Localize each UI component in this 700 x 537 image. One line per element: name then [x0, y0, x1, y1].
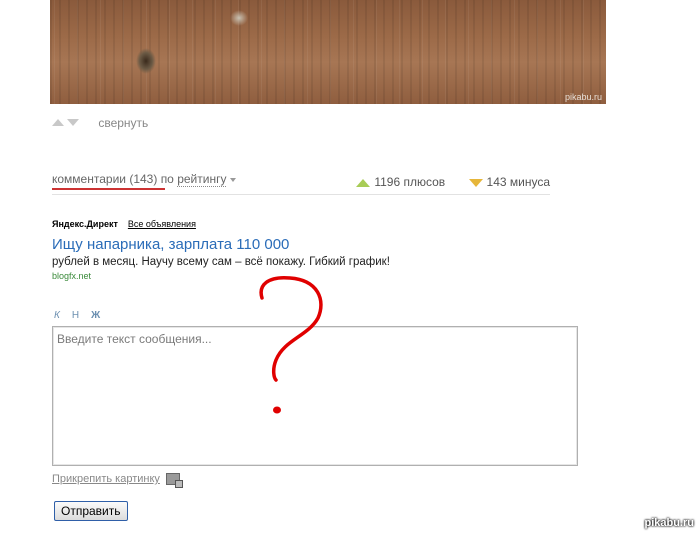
- question-mark-dot: [273, 406, 281, 414]
- question-mark-curve: [259, 276, 323, 382]
- question-mark-drawing: [259, 276, 323, 414]
